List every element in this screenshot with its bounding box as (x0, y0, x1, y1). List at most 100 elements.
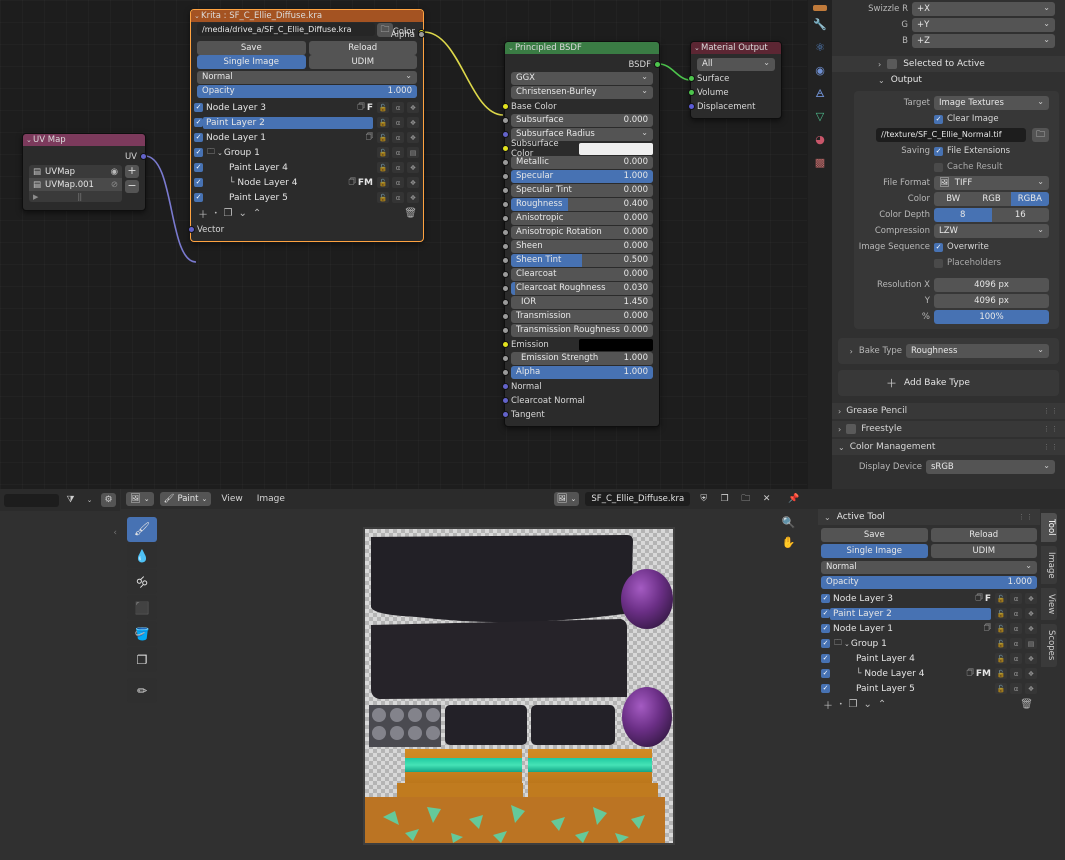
layer-flags-6[interactable]: 🔓 α ❖ (377, 192, 419, 203)
target-row[interactable]: Target Image Textures (858, 96, 1049, 110)
bsdf-input-transmission[interactable]: Transmission 0.000 (502, 310, 653, 323)
expand-chevron-icon[interactable]: › (838, 425, 841, 434)
lock-icon[interactable]: 🔓 (995, 608, 1007, 619)
pin-icon[interactable]: 📌 (786, 492, 801, 506)
bsdf-input-emission[interactable]: Emission (502, 338, 653, 351)
filter-chevron-down-icon[interactable]: ⌄ (82, 493, 97, 507)
uvmap-remove-button[interactable]: − (125, 180, 139, 193)
properties-panel[interactable]: Swizzle R +X G +Y B +Z › Selected to Act… (832, 0, 1065, 489)
lock-icon[interactable]: 🔓 (377, 147, 389, 158)
layer-visibility-checkbox[interactable]: ✓ (821, 669, 830, 678)
file-extensions-checkbox[interactable]: ✓ (934, 146, 943, 156)
base-color-socket[interactable] (502, 103, 509, 110)
cache-result-checkbox[interactable]: ✓ (934, 162, 943, 172)
specular-tint-socket[interactable] (502, 187, 509, 194)
layer-visibility-checkbox[interactable]: ✓ (821, 594, 830, 603)
particles-icon[interactable]: ⚛ (810, 37, 830, 57)
swizzle-g-row[interactable]: G +Y (836, 18, 1055, 32)
krita-layer-toolbar[interactable]: ＋ • ❐ ⌄ ⌃ 🗑 (191, 205, 423, 221)
vector-input-socket[interactable] (188, 226, 195, 233)
krita-blend-mode-dropdown[interactable]: Normal (197, 71, 417, 84)
bsdf-input-transmission-roughness[interactable]: Transmission Roughness 0.000 (502, 324, 653, 337)
clearcoat-roughness-socket[interactable] (502, 285, 509, 292)
inherit-alpha-icon[interactable]: ❖ (1025, 668, 1037, 679)
tool-fill[interactable]: 🪣 (127, 621, 157, 646)
tab-image[interactable]: Image (1041, 545, 1057, 585)
swizzle-g-dropdown[interactable]: +Y (912, 18, 1055, 32)
node-krita[interactable]: ⌄Krita : SF_C_Ellie_Diffuse.kra Color Al… (188, 9, 425, 242)
swizzle-r-row[interactable]: Swizzle R +X (836, 2, 1055, 16)
image-editor-header[interactable]: 🖼 ⌄ 🖌 Paint ⌄ View Image 🖼 ⌄ SF_C_Ellie_Dif… (121, 489, 1065, 509)
sidebar-opacity-slider[interactable]: Opacity 1.000 (821, 576, 1037, 589)
node-krita-header[interactable]: ⌄Krita : SF_C_Ellie_Diffuse.kra (191, 10, 423, 22)
node-uvmap-header[interactable]: ⌄UV Map (23, 134, 145, 146)
add-layer-icon[interactable]: ＋ (823, 697, 833, 712)
toolbar[interactable]: 🖌 💧 🝰 ⬛ 🪣 ❐ ✏ (127, 517, 157, 704)
dot-icon[interactable]: • (214, 210, 218, 217)
layer-flags-1[interactable]: 🔓 α ❖ (377, 117, 419, 128)
lock-icon[interactable]: 🔓 (995, 683, 1007, 694)
move-up-icon[interactable]: ⌃ (878, 699, 886, 710)
tool-mask[interactable]: ❐ (127, 647, 157, 672)
bsdf-input-anisotropic[interactable]: Anisotropic 0.000 (502, 212, 653, 225)
bsdf-output-socket[interactable] (654, 61, 661, 68)
freestyle-panel-header[interactable]: › Freestyle ⋮⋮ (832, 421, 1065, 437)
sidebar-layer-row-6[interactable]: ✓ Paint Layer 5 🔓 α ❖ (821, 681, 1037, 696)
expand-chevron-icon[interactable]: › (850, 347, 853, 356)
sidebar-reload-button[interactable]: Reload (930, 528, 1037, 542)
lock-icon[interactable]: 🔓 (377, 162, 389, 173)
color-depth-row[interactable]: Color Depth 8 16 (858, 208, 1049, 222)
sidebar-layer-flags-4[interactable]: 🔓 α ❖ (995, 653, 1037, 664)
specular-socket[interactable] (502, 173, 509, 180)
lock-icon[interactable]: 🔓 (995, 668, 1007, 679)
sidebar-layer-row-1[interactable]: ✓ Paint Layer 2 🔓 α ❖ (821, 606, 1037, 621)
alpha-icon[interactable]: α (392, 177, 404, 188)
display-device-dropdown[interactable]: sRGB (926, 460, 1055, 474)
tool-tab-icon[interactable] (813, 5, 827, 11)
resolution-percent-row[interactable]: % 100% (858, 310, 1049, 324)
compression-dropdown[interactable]: LZW (934, 224, 1049, 238)
outliner-body[interactable]: ‹ (0, 511, 120, 860)
sidebar-blend-mode-dropdown[interactable]: Normal (821, 561, 1037, 574)
layer-visibility-checkbox[interactable]: ✓ (194, 163, 203, 172)
bsdf-input-sheen[interactable]: Sheen 0.000 (502, 240, 653, 253)
layer-visibility-checkbox[interactable]: ✓ (194, 133, 203, 142)
bsdf-distribution-dropdown[interactable]: GGX (511, 72, 653, 85)
alpha-icon[interactable]: α (1010, 623, 1022, 634)
bake-type-box[interactable]: › Bake Type Roughness (838, 338, 1059, 364)
file-format-dropdown[interactable]: 🖼 TIFF (934, 176, 1049, 190)
alpha-icon[interactable]: α (1010, 668, 1022, 679)
collapse-chevron-icon[interactable]: ⌄ (838, 443, 845, 452)
metallic-socket[interactable] (502, 159, 509, 166)
lock-icon[interactable]: 🔓 (377, 132, 389, 143)
collapse-chevron-icon[interactable]: ⌄ (824, 513, 831, 522)
tab-tool[interactable]: Tool (1041, 513, 1057, 542)
inherit-alpha-icon[interactable]: ❖ (1025, 653, 1037, 664)
image-editor[interactable]: ⧩ ⌄ ⚙ ‹ 🖼 ⌄ 🖌 Paint ⌄ View Image 🖼 ⌄ SF_C_E… (0, 489, 1065, 860)
sheen-tint-socket[interactable] (502, 257, 509, 264)
trash-icon[interactable]: 🗑 (404, 208, 417, 219)
sidebar-collapse-arrow-icon[interactable]: ‹ (113, 528, 117, 538)
layer-flags-0[interactable]: 🔓 α ❖ (377, 102, 419, 113)
roughness-socket[interactable] (502, 201, 509, 208)
open-folder-icon[interactable]: 🗀 (738, 492, 753, 506)
dot-icon[interactable]: • (839, 701, 843, 708)
image-canvas[interactable]: 🔍 ✋ (121, 509, 815, 860)
layer-visibility-checkbox[interactable]: ✓ (194, 103, 203, 112)
inherit-alpha-icon[interactable]: ❖ (1025, 593, 1037, 604)
color-bw-option[interactable]: BW (934, 192, 973, 206)
bsdf-input-subsurface-color[interactable]: Subsurface Color (502, 139, 653, 159)
krita-opacity-slider[interactable]: Opacity 1.000 (197, 85, 417, 98)
saving-row[interactable]: Saving ✓ File Extensions (858, 144, 1049, 158)
color-depth-8-option[interactable]: 8 (934, 208, 992, 222)
placeholders-row[interactable]: ✓ Placeholders (858, 256, 1049, 270)
alpha-icon[interactable]: α (1010, 653, 1022, 664)
move-up-icon[interactable]: ⌃ (253, 208, 261, 219)
inherit-alpha-icon[interactable]: ❖ (407, 132, 419, 143)
bsdf-input-emission-strength[interactable]: Emission Strength 1.000 (502, 352, 653, 365)
layer-visibility-checkbox[interactable]: ✓ (821, 609, 830, 618)
lock-icon[interactable]: 🔓 (995, 653, 1007, 664)
alpha-icon[interactable]: α (1010, 638, 1022, 649)
clearcoat-normal-socket[interactable] (502, 397, 509, 404)
file-format-row[interactable]: File Format 🖼 TIFF (858, 176, 1049, 190)
